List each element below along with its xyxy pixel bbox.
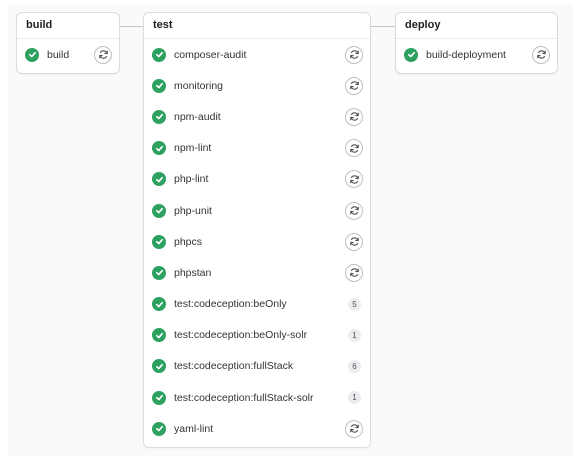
job-name[interactable]: monitoring	[174, 80, 223, 92]
retry-icon[interactable]	[345, 263, 363, 282]
status-success-icon	[152, 203, 166, 218]
retry-icon[interactable]	[345, 201, 363, 220]
retry-icon[interactable]	[345, 107, 363, 126]
job-name[interactable]: test:codeception:beOnly	[174, 298, 287, 310]
job-test-codeception-fullstack-solr[interactable]: test:codeception:fullStack-solr 1	[144, 382, 370, 413]
job-php-unit[interactable]: php-unit	[144, 195, 370, 226]
retry-icon[interactable]	[94, 45, 112, 64]
job-npm-audit[interactable]: npm-audit	[144, 101, 370, 132]
job-name[interactable]: test:codeception:fullStack	[174, 360, 293, 372]
job-composer-audit[interactable]: composer-audit	[144, 39, 370, 70]
job-monitoring[interactable]: monitoring	[144, 70, 370, 101]
job-build[interactable]: build	[17, 39, 119, 70]
job-count-badge: 1	[348, 328, 361, 342]
retry-icon[interactable]	[345, 170, 363, 189]
stage-deploy: deploy build-deployment	[395, 12, 558, 74]
status-success-icon	[25, 47, 39, 62]
status-success-icon	[152, 390, 166, 405]
job-test-codeception-fullstack[interactable]: test:codeception:fullStack 6	[144, 351, 370, 382]
job-name[interactable]: test:codeception:beOnly-solr	[174, 329, 307, 341]
status-success-icon	[152, 359, 166, 374]
job-yaml-lint[interactable]: yaml-lint	[144, 413, 370, 444]
job-count-badge: 1	[348, 391, 361, 405]
stage-title: build	[17, 13, 119, 39]
stage-test: test composer-audit monitoring npm-audit np…	[143, 12, 371, 448]
status-success-icon	[152, 421, 166, 436]
job-name[interactable]: php-lint	[174, 173, 208, 185]
job-name[interactable]: test:codeception:fullStack-solr	[174, 392, 313, 404]
job-name[interactable]: php-unit	[174, 205, 212, 217]
job-phpcs[interactable]: phpcs	[144, 226, 370, 257]
job-build-deployment[interactable]: build-deployment	[396, 39, 557, 70]
job-test-codeception-beonly[interactable]: test:codeception:beOnly 5	[144, 289, 370, 320]
job-name[interactable]: phpstan	[174, 267, 211, 279]
stage-connector	[119, 26, 144, 27]
retry-icon[interactable]	[532, 45, 550, 64]
retry-icon[interactable]	[345, 232, 363, 251]
status-success-icon	[152, 265, 166, 280]
status-success-icon	[152, 328, 166, 343]
stage-title: deploy	[396, 13, 557, 39]
job-test-codeception-beonly-solr[interactable]: test:codeception:beOnly-solr 1	[144, 320, 370, 351]
retry-icon[interactable]	[345, 419, 363, 438]
job-count-badge: 6	[348, 359, 361, 373]
job-name[interactable]: composer-audit	[174, 49, 246, 61]
status-success-icon	[152, 297, 166, 312]
job-name[interactable]: yaml-lint	[174, 423, 213, 435]
status-success-icon	[152, 234, 166, 249]
job-name[interactable]: build-deployment	[426, 49, 506, 61]
job-name[interactable]: npm-lint	[174, 142, 211, 154]
pipeline-graph: build build test composer-audit monitorin…	[8, 4, 573, 456]
status-success-icon	[152, 172, 166, 187]
status-success-icon	[152, 109, 166, 124]
job-count-badge: 5	[348, 297, 361, 311]
stage-connector	[370, 26, 396, 27]
retry-icon[interactable]	[345, 139, 363, 158]
stage-build: build build	[16, 12, 120, 74]
job-name[interactable]: npm-audit	[174, 111, 221, 123]
job-name[interactable]: phpcs	[174, 236, 202, 248]
job-name[interactable]: build	[47, 49, 69, 61]
status-success-icon	[152, 141, 166, 156]
retry-icon[interactable]	[345, 45, 363, 64]
job-npm-lint[interactable]: npm-lint	[144, 133, 370, 164]
status-success-icon	[404, 47, 418, 62]
job-php-lint[interactable]: php-lint	[144, 164, 370, 195]
status-success-icon	[152, 78, 166, 93]
job-phpstan[interactable]: phpstan	[144, 257, 370, 288]
stage-title: test	[144, 13, 370, 39]
status-success-icon	[152, 47, 166, 62]
retry-icon[interactable]	[345, 76, 363, 95]
